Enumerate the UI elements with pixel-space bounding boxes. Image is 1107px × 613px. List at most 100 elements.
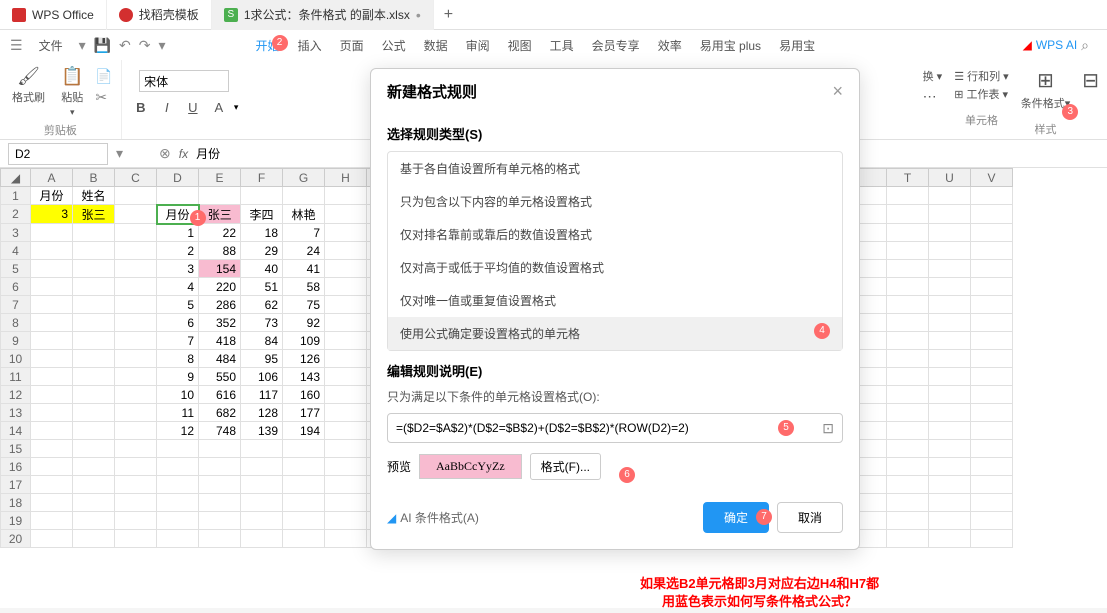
cell[interactable]: 682 bbox=[199, 404, 241, 422]
wps-ai-button[interactable]: ◢ WPS AI ⌕ bbox=[1023, 37, 1089, 54]
cell[interactable]: 139 bbox=[241, 422, 283, 440]
menu-tools[interactable]: 工具 bbox=[542, 33, 582, 58]
cell[interactable]: 51 bbox=[241, 278, 283, 296]
rule-option[interactable]: 基于各自值设置所有单元格的格式 bbox=[388, 152, 842, 185]
tab-document[interactable]: S 1求公式：条件格式 的副本.xlsx • bbox=[212, 0, 434, 30]
cell[interactable]: 张三 bbox=[73, 205, 115, 224]
cell[interactable]: 177 bbox=[283, 404, 325, 422]
paste-button[interactable]: 📋 粘贴▾ bbox=[57, 64, 87, 120]
italic-button[interactable]: I bbox=[156, 96, 178, 118]
dropdown-icon[interactable]: ▾ bbox=[116, 145, 123, 162]
cell[interactable]: 2 bbox=[157, 242, 199, 260]
menu-formula[interactable]: 公式 bbox=[374, 33, 414, 58]
cell[interactable]: 84 bbox=[241, 332, 283, 350]
row-header[interactable]: 16 bbox=[1, 458, 31, 476]
cell[interactable]: 92 bbox=[283, 314, 325, 332]
tab-template[interactable]: 找稻壳模板 bbox=[107, 0, 212, 30]
cell[interactable]: 88 bbox=[199, 242, 241, 260]
hamburger-icon[interactable]: ☰ bbox=[10, 37, 23, 54]
row-header[interactable]: 9 bbox=[1, 332, 31, 350]
menu-efficiency[interactable]: 效率 bbox=[650, 33, 690, 58]
menu-page[interactable]: 页面 bbox=[332, 33, 372, 58]
col-header[interactable]: G bbox=[283, 169, 325, 187]
row-header[interactable]: 7 bbox=[1, 296, 31, 314]
row-header[interactable]: 14 bbox=[1, 422, 31, 440]
cell-selected[interactable]: 月份 1 bbox=[157, 205, 199, 224]
menu-view[interactable]: 视图 bbox=[500, 33, 540, 58]
col-header[interactable]: A bbox=[31, 169, 73, 187]
menu-eyb[interactable]: 易用宝 bbox=[771, 33, 823, 58]
cell[interactable]: 58 bbox=[283, 278, 325, 296]
ok-button[interactable]: 确定 7 bbox=[703, 502, 769, 533]
cell[interactable]: 286 bbox=[199, 296, 241, 314]
row-header[interactable]: 13 bbox=[1, 404, 31, 422]
cell[interactable]: 11 bbox=[157, 404, 199, 422]
row-header[interactable]: 4 bbox=[1, 242, 31, 260]
cell[interactable]: 9 bbox=[157, 368, 199, 386]
rule-option[interactable]: 仅对排名靠前或靠后的数值设置格式 bbox=[388, 218, 842, 251]
format-button[interactable]: 格式(F)... bbox=[530, 453, 601, 480]
cancel-button[interactable]: 取消 bbox=[777, 502, 843, 533]
font-name-input[interactable] bbox=[139, 70, 229, 92]
copy-icon[interactable]: 📄 bbox=[95, 68, 112, 85]
cell[interactable]: 月份 bbox=[31, 187, 73, 205]
cell[interactable]: 154 bbox=[199, 260, 241, 278]
cell[interactable]: 29 bbox=[241, 242, 283, 260]
condfmt-icon[interactable]: ⊞ bbox=[1037, 68, 1054, 93]
save-icon[interactable]: 💾 bbox=[94, 37, 111, 54]
cancel-icon[interactable]: ⊗ bbox=[159, 145, 171, 162]
cell[interactable]: 22 bbox=[199, 224, 241, 242]
tab-wps-home[interactable]: WPS Office bbox=[0, 0, 107, 30]
rowcol-button[interactable]: ☰ 行和列 ▾ bbox=[954, 68, 1009, 84]
search-icon[interactable]: ⌕ bbox=[1081, 37, 1089, 54]
redo-icon[interactable]: ↷ bbox=[139, 37, 151, 54]
cell-reference-input[interactable] bbox=[8, 143, 108, 165]
cell[interactable]: 5 bbox=[157, 296, 199, 314]
row-header[interactable]: 15 bbox=[1, 440, 31, 458]
menu-member[interactable]: 会员专享 bbox=[584, 33, 648, 58]
cell[interactable]: 3 bbox=[157, 260, 199, 278]
cell[interactable]: 106 bbox=[241, 368, 283, 386]
dropdown-icon[interactable]: ▾ bbox=[79, 37, 86, 54]
menu-start[interactable]: 开始 2 bbox=[248, 33, 288, 58]
rule-option[interactable]: 只为包含以下内容的单元格设置格式 bbox=[388, 185, 842, 218]
cell[interactable]: 12 bbox=[157, 422, 199, 440]
cell[interactable]: 194 bbox=[283, 422, 325, 440]
rule-option-selected[interactable]: 使用公式确定要设置格式的单元格 4 bbox=[388, 317, 842, 350]
font-more-button[interactable]: A bbox=[208, 96, 230, 118]
cell[interactable]: 6 bbox=[157, 314, 199, 332]
cell[interactable]: 160 bbox=[283, 386, 325, 404]
cell[interactable]: 8 bbox=[157, 350, 199, 368]
cell[interactable]: 10 bbox=[157, 386, 199, 404]
rule-option[interactable]: 仅对唯一值或重复值设置格式 bbox=[388, 284, 842, 317]
col-header[interactable]: H bbox=[325, 169, 367, 187]
menu-insert[interactable]: 插入 bbox=[290, 33, 330, 58]
row-header[interactable]: 17 bbox=[1, 476, 31, 494]
cell[interactable]: 3 bbox=[31, 205, 73, 224]
undo-icon[interactable]: ↶ bbox=[119, 37, 131, 54]
menu-data[interactable]: 数据 bbox=[416, 33, 456, 58]
format-painter-button[interactable]: 🖌 格式刷 bbox=[8, 64, 49, 107]
new-tab-button[interactable]: + bbox=[434, 6, 463, 24]
col-header[interactable]: B bbox=[73, 169, 115, 187]
corner-cell[interactable]: ◢ bbox=[1, 169, 31, 187]
underline-button[interactable]: U bbox=[182, 96, 204, 118]
more-icon[interactable]: ▾ bbox=[159, 37, 166, 54]
row-header[interactable]: 18 bbox=[1, 494, 31, 512]
cell[interactable]: 128 bbox=[241, 404, 283, 422]
cell[interactable]: 616 bbox=[199, 386, 241, 404]
cell[interactable]: 550 bbox=[199, 368, 241, 386]
row-header[interactable]: 10 bbox=[1, 350, 31, 368]
cell[interactable]: 117 bbox=[241, 386, 283, 404]
cell[interactable]: 143 bbox=[283, 368, 325, 386]
fx-label[interactable]: fx bbox=[179, 147, 188, 161]
cell[interactable]: 220 bbox=[199, 278, 241, 296]
menu-review[interactable]: 审阅 bbox=[458, 33, 498, 58]
cell[interactable]: 418 bbox=[199, 332, 241, 350]
cell[interactable]: 126 bbox=[283, 350, 325, 368]
row-header[interactable]: 11 bbox=[1, 368, 31, 386]
cell[interactable]: 62 bbox=[241, 296, 283, 314]
cell[interactable]: 林艳 bbox=[283, 205, 325, 224]
row-header[interactable]: 6 bbox=[1, 278, 31, 296]
col-header[interactable]: V bbox=[971, 169, 1013, 187]
